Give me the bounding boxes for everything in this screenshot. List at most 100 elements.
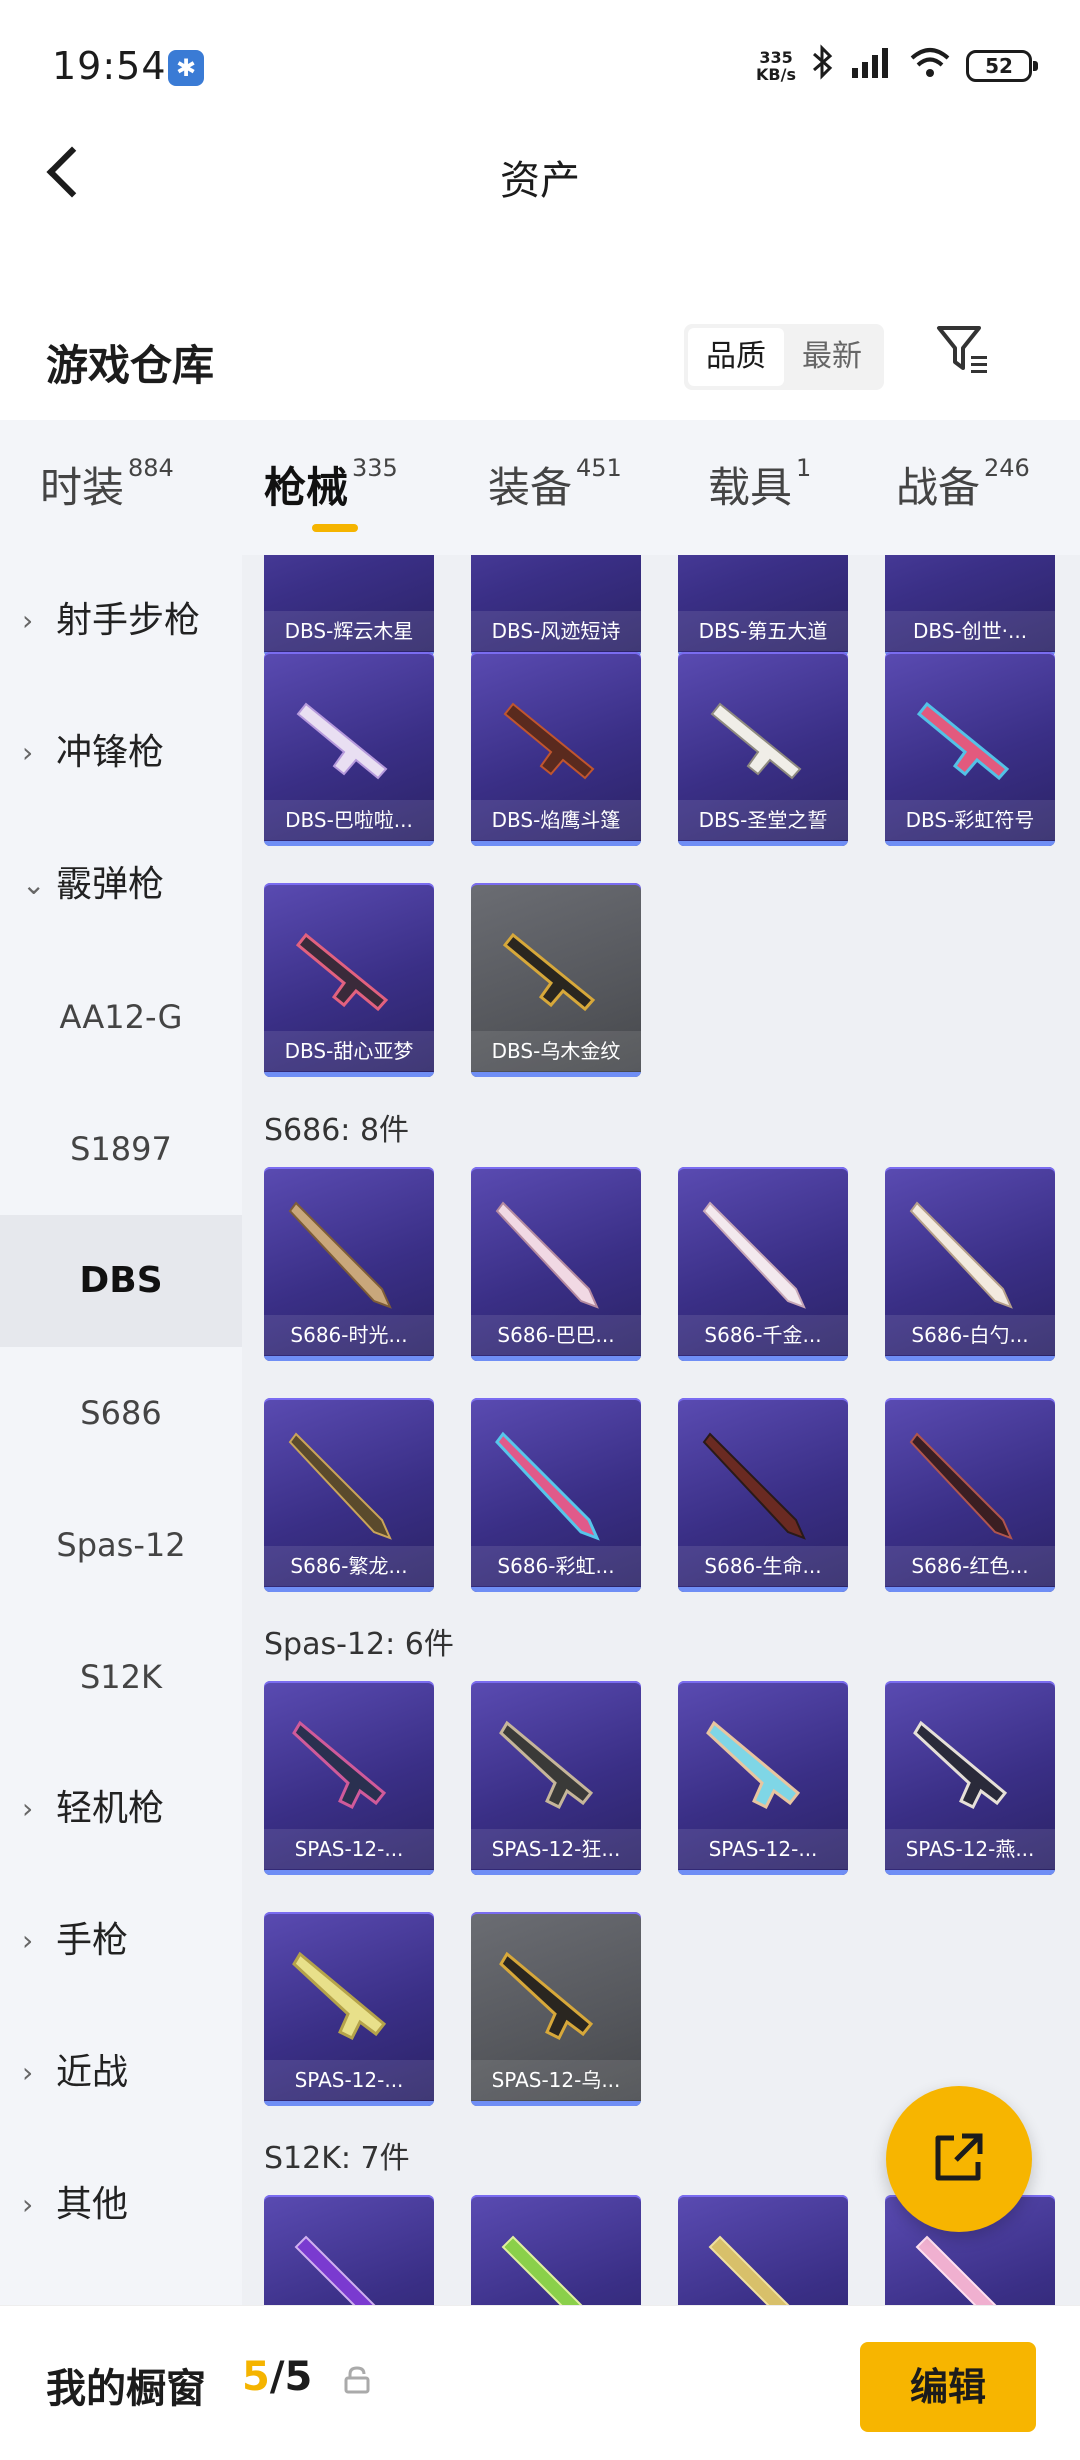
shotgun-icon: [916, 701, 1010, 781]
bluetooth-icon: [810, 44, 836, 88]
filter-icon[interactable]: [928, 322, 998, 392]
rifle-shotgun-icon: [909, 1201, 1013, 1309]
sidebar-sub-s12k[interactable]: S12K: [0, 1611, 242, 1743]
group-title-s686: S686: 8件: [264, 1113, 410, 1148]
item-card[interactable]: S686-巴巴...: [471, 1167, 641, 1361]
sidebar-sub-s686[interactable]: S686: [0, 1347, 242, 1479]
chevron-right-icon: ›: [22, 2188, 34, 2221]
shotgun-icon: [710, 702, 802, 780]
item-card[interactable]: SPAS-12-乌...: [471, 1912, 641, 2106]
rifle-shotgun-icon: [288, 1432, 392, 1540]
rifle-shotgun-icon: [495, 1201, 599, 1309]
item-card[interactable]: S686-繁龙...: [264, 1398, 434, 1592]
group-title-spas12: Spas-12: 6件: [264, 1627, 454, 1662]
chevron-down-icon: ⌄: [22, 868, 46, 901]
item-card[interactable]: DBS-辉云木星: [264, 555, 434, 657]
item-card[interactable]: DBS-风迹短诗: [471, 555, 641, 657]
sidebar-item-marksman-rifle[interactable]: › 射手步枪: [0, 555, 242, 687]
external-link-icon: [935, 2133, 983, 2181]
item-card[interactable]: DBS-焰鹰斗篷: [471, 652, 641, 846]
shotgun-icon: [503, 702, 595, 780]
edit-button[interactable]: 编辑: [860, 2342, 1036, 2432]
sidebar-sub-spas12[interactable]: Spas-12: [0, 1479, 242, 1611]
sidebar-item-pistol[interactable]: › 手枪: [0, 1875, 242, 2007]
item-card[interactable]: [264, 2195, 434, 2305]
item-card[interactable]: S686-千金...: [678, 1167, 848, 1361]
item-card[interactable]: DBS-创世·...: [885, 555, 1055, 657]
wifi-icon: [908, 44, 952, 88]
app-badge-icon: ✱: [168, 50, 204, 86]
sidebar-item-other[interactable]: › 其他: [0, 2139, 242, 2271]
pump-shotgun-icon: [292, 1720, 387, 1810]
lock-icon: [344, 2366, 370, 2394]
status-bar: 19:54 ✱ 335 KB/s 52: [0, 0, 1080, 140]
showcase-count: 5/5: [242, 2354, 313, 2400]
sidebar-sub-dbs[interactable]: DBS: [0, 1215, 242, 1347]
chevron-right-icon: ›: [22, 604, 34, 637]
sort-newest-option[interactable]: 最新: [784, 328, 880, 386]
shotgun-icon: [502, 932, 596, 1012]
tab-fashion[interactable]: 时装 884: [40, 454, 174, 515]
item-card[interactable]: SPAS-12-狂...: [471, 1681, 641, 1875]
item-card[interactable]: DBS-彩虹符号: [885, 652, 1055, 846]
status-icons: 335 KB/s 52: [756, 44, 1038, 88]
status-time: 19:54: [52, 44, 167, 88]
item-card[interactable]: [471, 2195, 641, 2305]
item-card[interactable]: SPAS-12-燕...: [885, 1681, 1055, 1875]
item-grid: DBS-辉云木星 DBS-风迹短诗 DBS-第五大道 DBS-创世·... DB…: [242, 555, 1080, 2305]
sort-quality-option[interactable]: 品质: [688, 328, 784, 386]
item-card[interactable]: S686-彩虹...: [471, 1398, 641, 1592]
warehouse-header: 游戏仓库 品质 最新: [0, 310, 1080, 410]
item-card[interactable]: DBS-巴啦啦...: [264, 652, 434, 846]
pump-shotgun-icon: [499, 1720, 594, 1810]
showcase-bar: 我的橱窗 5/5 编辑: [0, 2305, 1080, 2460]
pump-shotgun-icon: [913, 1720, 1008, 1810]
sidebar-item-lmg[interactable]: › 轻机枪: [0, 1743, 242, 1875]
item-card[interactable]: S686-白勺...: [885, 1167, 1055, 1361]
pump-shotgun-icon: [292, 1951, 387, 2041]
item-card[interactable]: DBS-乌木金纹: [471, 883, 641, 1077]
item-card[interactable]: DBS-甜心亚梦: [264, 883, 434, 1077]
auto-shotgun-icon: [294, 2235, 376, 2305]
item-card[interactable]: S686-时光...: [264, 1167, 434, 1361]
item-card[interactable]: DBS-第五大道: [678, 555, 848, 657]
sidebar-item-melee[interactable]: › 近战: [0, 2007, 242, 2139]
tab-vehicles[interactable]: 载具 1: [708, 454, 811, 515]
top-app-bar: 资产: [0, 130, 1080, 220]
tab-equipment[interactable]: 装备 451: [488, 454, 622, 515]
item-card[interactable]: SPAS-12-...: [264, 1912, 434, 2106]
rifle-shotgun-icon: [909, 1432, 1013, 1540]
section-title: 游戏仓库: [46, 341, 215, 390]
sidebar-item-shotgun[interactable]: ⌄ 霰弹枪: [0, 819, 242, 951]
rifle-shotgun-icon: [288, 1201, 392, 1309]
category-tabs: 时装 884 枪械 335 装备 451 载具 1 战备 246: [0, 420, 1080, 555]
showcase-label: 我的橱窗: [46, 2366, 206, 2412]
chevron-right-icon: ›: [22, 736, 34, 769]
item-card[interactable]: SPAS-12-...: [678, 1681, 848, 1875]
sidebar-sub-s1897[interactable]: S1897: [0, 1083, 242, 1215]
item-card[interactable]: [678, 2195, 848, 2305]
shotgun-icon: [296, 702, 388, 780]
share-button[interactable]: [886, 2086, 1032, 2232]
auto-shotgun-icon: [708, 2235, 790, 2305]
weapon-type-sidebar: › 射手步枪 › 冲锋枪 ⌄ 霰弹枪 AA12-G S1897 DBS S686…: [0, 555, 242, 2305]
auto-shotgun-icon: [501, 2235, 583, 2305]
chevron-right-icon: ›: [22, 1792, 34, 1825]
tab-firearms[interactable]: 枪械 335: [264, 454, 398, 515]
sidebar-item-smg[interactable]: › 冲锋枪: [0, 687, 242, 819]
chevron-right-icon: ›: [22, 2056, 34, 2089]
sidebar-sub-aa12g[interactable]: AA12-G: [0, 951, 242, 1083]
shotgun-icon: [295, 932, 389, 1012]
item-card[interactable]: DBS-圣堂之誓: [678, 652, 848, 846]
group-title-s12k: S12K: 7件: [264, 2141, 410, 2176]
pump-shotgun-icon: [499, 1951, 594, 2041]
item-card[interactable]: S686-红色...: [885, 1398, 1055, 1592]
item-card[interactable]: SPAS-12-...: [264, 1681, 434, 1875]
pump-shotgun-icon: [706, 1720, 801, 1810]
rifle-shotgun-icon: [702, 1432, 806, 1540]
battery-indicator: 52: [966, 50, 1038, 82]
tab-supplies[interactable]: 战备 246: [896, 454, 1030, 515]
rifle-shotgun-icon: [495, 1431, 600, 1541]
item-card[interactable]: S686-生命...: [678, 1398, 848, 1592]
rifle-shotgun-icon: [702, 1201, 806, 1309]
